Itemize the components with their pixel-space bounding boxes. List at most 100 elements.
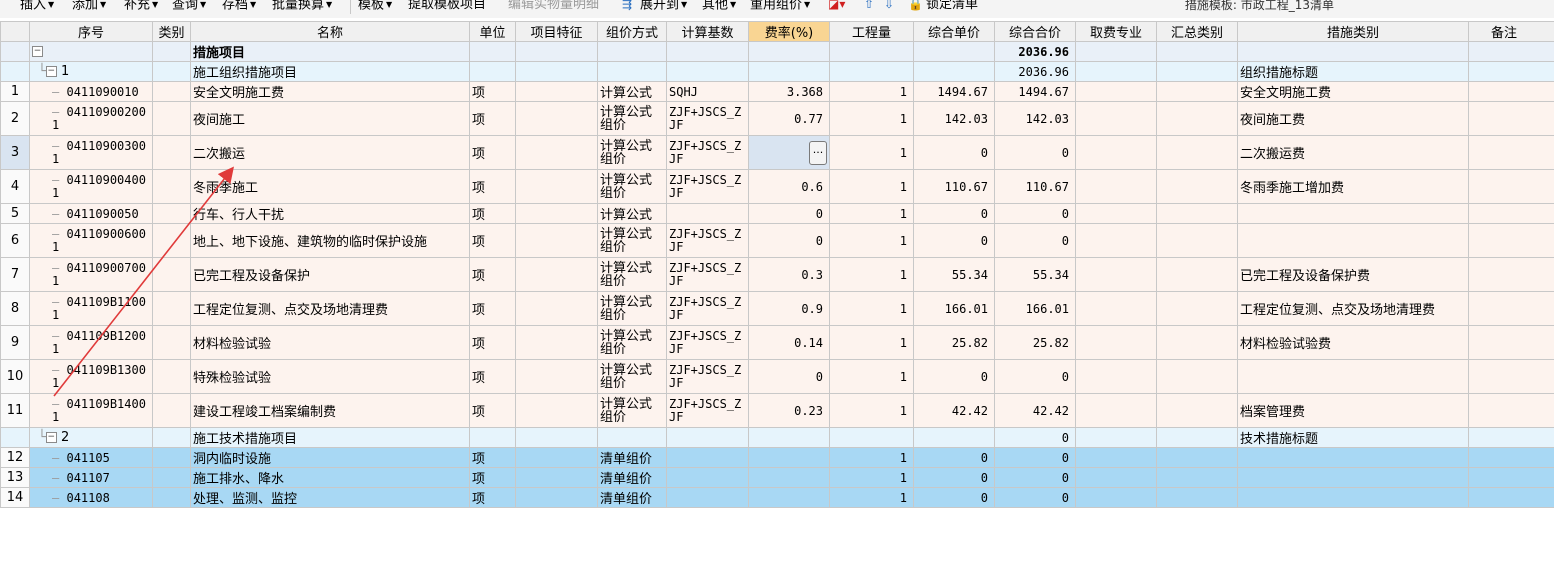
method-cell[interactable]: 计算公式组价 [597, 257, 667, 292]
table-row[interactable]: 12 — 041105 洞内临时设施 项 清单组价 1 0 0 [0, 447, 1554, 468]
qty-cell[interactable]: 1 [829, 257, 914, 292]
unit-cell[interactable] [469, 61, 516, 82]
price-cell[interactable]: 0 [913, 447, 995, 468]
total-cell[interactable]: 2036.96 [994, 41, 1076, 62]
collapse-icon[interactable]: − [32, 46, 43, 57]
remark-cell[interactable] [1468, 359, 1554, 394]
feature-cell[interactable] [515, 359, 598, 394]
category-cell[interactable]: 档案管理费 [1237, 393, 1469, 428]
fee-specialty-cell[interactable] [1075, 467, 1157, 488]
feature-cell[interactable] [515, 257, 598, 292]
category-cell[interactable]: 冬雨季施工增加费 [1237, 169, 1469, 204]
category-cell[interactable]: 安全文明施工费 [1237, 81, 1469, 102]
remark-cell[interactable] [1468, 169, 1554, 204]
price-cell[interactable]: 0 [913, 135, 995, 170]
code-cell[interactable]: — 041108 [29, 487, 153, 508]
summary-type-cell[interactable] [1156, 447, 1238, 468]
col-fee-specialty[interactable]: 取费专业 [1075, 21, 1157, 42]
category-cell[interactable] [1237, 203, 1469, 224]
summary-type-cell[interactable] [1156, 203, 1238, 224]
col-method[interactable]: 组价方式 [597, 21, 667, 42]
name-cell[interactable]: 行车、行人干扰 [190, 203, 470, 224]
move-up-icon[interactable]: ⇧ [864, 0, 874, 11]
base-cell[interactable]: SQHJ [666, 81, 749, 102]
base-cell[interactable] [666, 41, 749, 62]
feature-cell[interactable] [515, 61, 598, 82]
ellipsis-icon[interactable]: ··· [809, 140, 827, 165]
name-cell[interactable]: 安全文明施工费 [190, 81, 470, 102]
code-cell[interactable]: — 041109B13001 [29, 359, 153, 394]
remark-cell[interactable] [1468, 447, 1554, 468]
feature-cell[interactable] [515, 467, 598, 488]
unit-cell[interactable]: 项 [469, 135, 516, 170]
qty-cell[interactable] [829, 61, 914, 82]
type-cell[interactable] [152, 41, 191, 62]
feature-cell[interactable] [515, 101, 598, 136]
unit-cell[interactable]: 项 [469, 359, 516, 394]
unit-cell[interactable]: 项 [469, 81, 516, 102]
fee-specialty-cell[interactable] [1075, 393, 1157, 428]
remark-cell[interactable] [1468, 101, 1554, 136]
method-cell[interactable]: 计算公式 [597, 203, 667, 224]
qty-cell[interactable] [829, 41, 914, 62]
query-menu[interactable]: 查询 ▼ [172, 0, 206, 15]
base-cell[interactable] [666, 447, 749, 468]
rate-cell[interactable] [748, 61, 830, 82]
method-cell[interactable]: 计算公式组价 [597, 101, 667, 136]
col-measure-type[interactable]: 措施类别 [1237, 21, 1469, 42]
remark-cell[interactable] [1468, 135, 1554, 170]
price-cell[interactable]: 166.01 [913, 291, 995, 326]
rate-cell[interactable]: 0.3 [748, 257, 830, 292]
total-cell[interactable]: 0 [994, 427, 1076, 448]
remark-cell[interactable] [1468, 257, 1554, 292]
feature-cell[interactable] [515, 487, 598, 508]
base-cell[interactable] [666, 61, 749, 82]
name-cell[interactable]: 施工组织措施项目 [190, 61, 470, 82]
qty-cell[interactable] [829, 427, 914, 448]
table-row[interactable]: 5 — 0411090050 行车、行人干扰 项 计算公式 0 1 0 0 [0, 203, 1554, 224]
code-cell[interactable]: — 041109B14001 [29, 393, 153, 428]
table-row[interactable]: 9 — 041109B12001 材料检验试验 项 计算公式组价 ZJF+JSC… [0, 325, 1554, 360]
total-cell[interactable]: 2036.96 [994, 61, 1076, 82]
col-remark[interactable]: 备注 [1468, 21, 1554, 42]
category-cell[interactable] [1237, 447, 1469, 468]
code-cell[interactable]: — 041109003001 [29, 135, 153, 170]
total-cell[interactable]: 142.03 [994, 101, 1076, 136]
type-cell[interactable] [152, 169, 191, 204]
method-cell[interactable] [597, 427, 667, 448]
feature-cell[interactable] [515, 447, 598, 468]
summary-type-cell[interactable] [1156, 359, 1238, 394]
qty-cell[interactable]: 1 [829, 203, 914, 224]
rate-cell[interactable]: 0 [748, 203, 830, 224]
fee-specialty-cell[interactable] [1075, 427, 1157, 448]
template-menu[interactable]: 模板 ▼ [358, 0, 392, 15]
category-cell[interactable] [1237, 41, 1469, 62]
col-unit[interactable]: 单位 [469, 21, 516, 42]
fee-specialty-cell[interactable] [1075, 223, 1157, 258]
total-cell[interactable]: 0 [994, 223, 1076, 258]
summary-type-cell[interactable] [1156, 257, 1238, 292]
table-row[interactable]: 4 — 041109004001 冬雨季施工 项 计算公式组价 ZJF+JSCS… [0, 169, 1554, 204]
unit-cell[interactable] [469, 41, 516, 62]
summary-type-cell[interactable] [1156, 81, 1238, 102]
fee-specialty-cell[interactable] [1075, 291, 1157, 326]
rate-cell[interactable]: 3.368 [748, 81, 830, 102]
unit-cell[interactable]: 项 [469, 257, 516, 292]
base-cell[interactable] [666, 467, 749, 488]
remark-cell[interactable] [1468, 203, 1554, 224]
name-cell[interactable]: 夜间施工 [190, 101, 470, 136]
name-cell[interactable]: 冬雨季施工 [190, 169, 470, 204]
feature-cell[interactable] [515, 291, 598, 326]
type-cell[interactable] [152, 393, 191, 428]
add-menu[interactable]: 添加 ▼ [72, 0, 106, 15]
collapse-icon[interactable]: − [45, 66, 57, 77]
base-cell[interactable]: ZJF+JSCS_ZJF [666, 359, 749, 394]
type-cell[interactable] [152, 325, 191, 360]
qty-cell[interactable]: 1 [829, 447, 914, 468]
name-cell[interactable]: 二次搬运 [190, 135, 470, 170]
rate-cell[interactable]: 0.14 [748, 325, 830, 360]
code-cell[interactable]: — 041109B11001 [29, 291, 153, 326]
remark-cell[interactable] [1468, 427, 1554, 448]
type-cell[interactable] [152, 427, 191, 448]
fee-specialty-cell[interactable] [1075, 257, 1157, 292]
